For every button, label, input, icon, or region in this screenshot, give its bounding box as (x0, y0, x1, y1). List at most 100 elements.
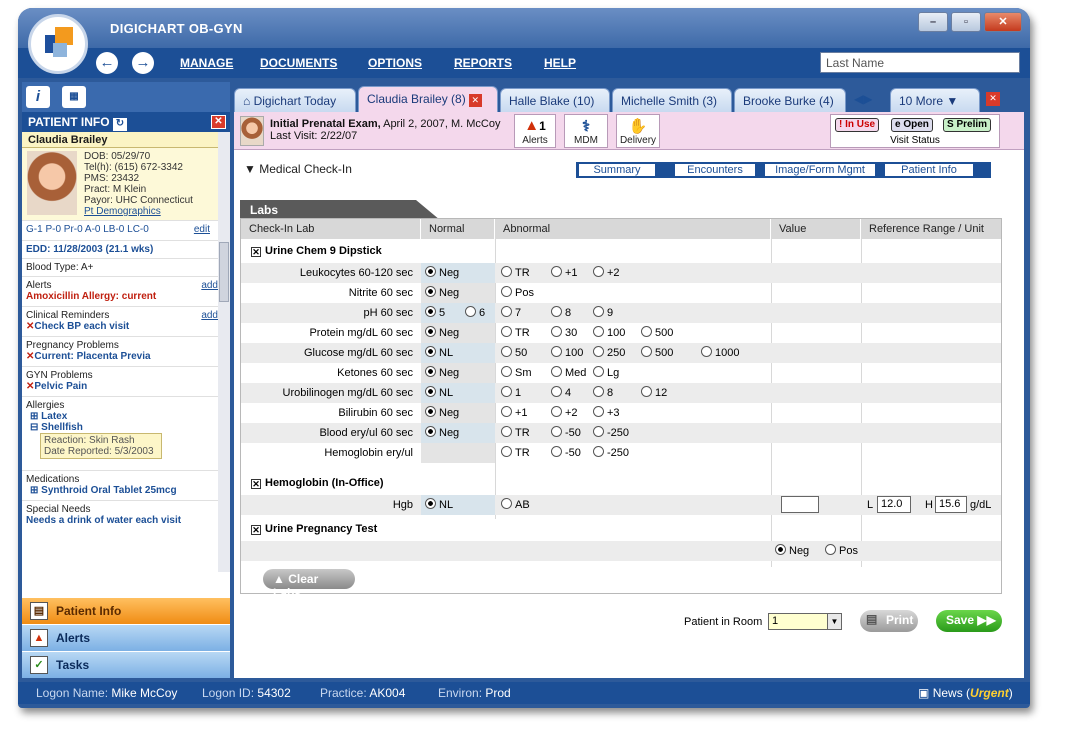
subtab-image-form-mgmt[interactable]: Image/Form Mgmt (764, 163, 876, 177)
radio-abnormal[interactable]: -250 (593, 446, 629, 459)
subtab-encounters[interactable]: Encounters (674, 163, 756, 177)
prelim-badge[interactable]: S Prelim (943, 118, 992, 132)
minimize-button[interactable]: – (918, 12, 948, 32)
radio-abnormal[interactable]: Pos (501, 286, 534, 299)
delivery-button[interactable]: ✋ Delivery (616, 114, 660, 148)
radio-abnormal[interactable]: 1000 (701, 346, 739, 359)
radio-abnormal[interactable]: TR (501, 266, 530, 279)
nav-alerts[interactable]: ▲ Alerts (22, 625, 230, 651)
back-arrow-icon[interactable]: ← (96, 52, 118, 74)
radio-abnormal[interactable]: -50 (551, 446, 581, 459)
radio-normal[interactable]: 5 (425, 306, 445, 319)
radio-abnormal[interactable]: +3 (593, 406, 620, 419)
tab-more[interactable]: 10 More ▼ (890, 88, 980, 112)
open-badge[interactable]: e Open (891, 118, 933, 132)
radio-abnormal[interactable]: 100 (593, 326, 625, 339)
left-scrollbar[interactable] (218, 132, 230, 572)
radio-abnormal[interactable]: TR (501, 326, 530, 339)
close-all-tabs-icon[interactable]: ✕ (986, 92, 1000, 106)
close-icon[interactable]: ✕ (468, 94, 482, 107)
radio-abnormal[interactable]: TR (501, 426, 530, 439)
radio-abnormal[interactable]: 4 (551, 386, 571, 399)
radio-abnormal[interactable]: 30 (551, 326, 577, 339)
edit-link[interactable]: edit (194, 224, 210, 235)
tab-digichart-today[interactable]: ⌂ Digichart Today (234, 88, 356, 112)
radio-abnormal[interactable]: 250 (593, 346, 625, 359)
mdm-button[interactable]: ⚕ MDM (564, 114, 608, 148)
radio-preg-pos[interactable]: Pos (825, 544, 858, 557)
radio-normal[interactable]: 6 (465, 306, 485, 319)
chevron-down-icon[interactable]: ▼ (827, 614, 841, 629)
close-icon[interactable]: ✕ (211, 115, 226, 129)
room-select[interactable]: 1 ▼ (768, 613, 842, 630)
radio-abnormal[interactable]: 100 (551, 346, 583, 359)
checkbox-hemoglobin[interactable]: ✕ (251, 479, 261, 489)
radio-abnormal[interactable]: 12 (641, 386, 667, 399)
calendar-icon[interactable]: ▦ (62, 86, 86, 108)
nav-patient-info[interactable]: ▤ Patient Info (22, 598, 230, 624)
radio-preg-neg[interactable]: Neg (775, 544, 809, 557)
medication-value[interactable]: Synthroid Oral Tablet 25mcg (41, 485, 176, 496)
radio-abnormal[interactable]: Sm (501, 366, 532, 379)
tab-claudia-brailey[interactable]: Claudia Brailey (8) ✕ (358, 86, 498, 112)
radio-normal[interactable]: Neg (425, 286, 459, 299)
forward-arrow-icon[interactable]: → (132, 52, 154, 74)
radio-normal[interactable]: Neg (425, 406, 459, 419)
allergy-shellfish[interactable]: Shellfish (41, 422, 83, 433)
menu-options[interactable]: OPTIONS (368, 56, 422, 70)
alerts-button[interactable]: ▲1 Alerts (514, 114, 556, 148)
radio-abnormal[interactable]: TR (501, 446, 530, 459)
radio-abnormal[interactable]: 50 (501, 346, 527, 359)
radio-normal[interactable]: Neg (425, 266, 459, 279)
maximize-button[interactable]: ▫ (951, 12, 981, 32)
news-link[interactable]: ▣ News (Urgent) (918, 686, 1013, 700)
radio-abnormal[interactable]: -50 (551, 426, 581, 439)
radio-abnormal[interactable]: 9 (593, 306, 613, 319)
menu-help[interactable]: HELP (544, 56, 576, 70)
subtab-patient-info[interactable]: Patient Info (884, 163, 974, 177)
radio-abnormal[interactable]: Med (551, 366, 586, 379)
tab-brooke-burke[interactable]: Brooke Burke (4) (734, 88, 846, 112)
checkbox-pregnancy-test[interactable]: ✕ (251, 525, 261, 535)
clear-labs-button[interactable]: ▲ Clear Labs (263, 569, 355, 600)
hgb-value-input[interactable] (781, 496, 819, 513)
ref-low-input[interactable]: 12.0 (877, 496, 911, 513)
radio-abnormal[interactable]: 1 (501, 386, 521, 399)
radio-abnormal[interactable]: -250 (593, 426, 629, 439)
search-input[interactable]: Last Name (820, 52, 1020, 73)
subtab-summary[interactable]: Summary (578, 163, 656, 177)
close-button[interactable]: ✕ (984, 12, 1022, 32)
allergy-latex[interactable]: Latex (41, 411, 67, 422)
demographics-link[interactable]: Pt Demographics (84, 206, 161, 217)
in-use-badge[interactable]: ! In Use (835, 118, 880, 132)
print-button[interactable]: ▤ Print (860, 610, 918, 632)
radio-abnormal[interactable]: 7 (501, 306, 521, 319)
radio-abnormal[interactable]: +1 (501, 406, 528, 419)
nav-tasks[interactable]: ✓ Tasks (22, 652, 230, 678)
refresh-icon[interactable]: ↻ (112, 118, 127, 131)
menu-documents[interactable]: DOCUMENTS (260, 56, 337, 70)
radio-abnormal[interactable]: 8 (593, 386, 613, 399)
tab-michelle-smith[interactable]: Michelle Smith (3) (612, 88, 732, 112)
radio-normal[interactable]: Neg (425, 426, 459, 439)
alerts-add-link[interactable]: add (201, 280, 218, 291)
checkbox-urine-chem[interactable]: ✕ (251, 247, 261, 257)
ref-high-input[interactable]: 15.6 (935, 496, 967, 513)
radio-abnormal[interactable]: +1 (551, 266, 578, 279)
radio-normal[interactable]: NL (425, 346, 453, 359)
radio-hgb-ab[interactable]: AB (501, 498, 530, 511)
radio-normal[interactable]: Neg (425, 366, 459, 379)
info-icon[interactable]: i (26, 86, 50, 108)
save-button[interactable]: Save ▶▶ (936, 610, 1002, 632)
radio-abnormal[interactable]: +2 (551, 406, 578, 419)
reminders-add-link[interactable]: add (201, 310, 218, 321)
radio-normal[interactable]: NL (425, 386, 453, 399)
radio-abnormal[interactable]: 500 (641, 326, 673, 339)
tab-halle-blake[interactable]: Halle Blake (10) (500, 88, 610, 112)
menu-manage[interactable]: MANAGE (180, 56, 233, 70)
tab-scroll-arrows-icon[interactable]: ◀▶ (854, 92, 872, 106)
radio-abnormal[interactable]: 8 (551, 306, 571, 319)
radio-hgb-nl[interactable]: NL (425, 498, 453, 511)
menu-reports[interactable]: REPORTS (454, 56, 512, 70)
section-title[interactable]: ▼ Medical Check-In (244, 162, 352, 176)
